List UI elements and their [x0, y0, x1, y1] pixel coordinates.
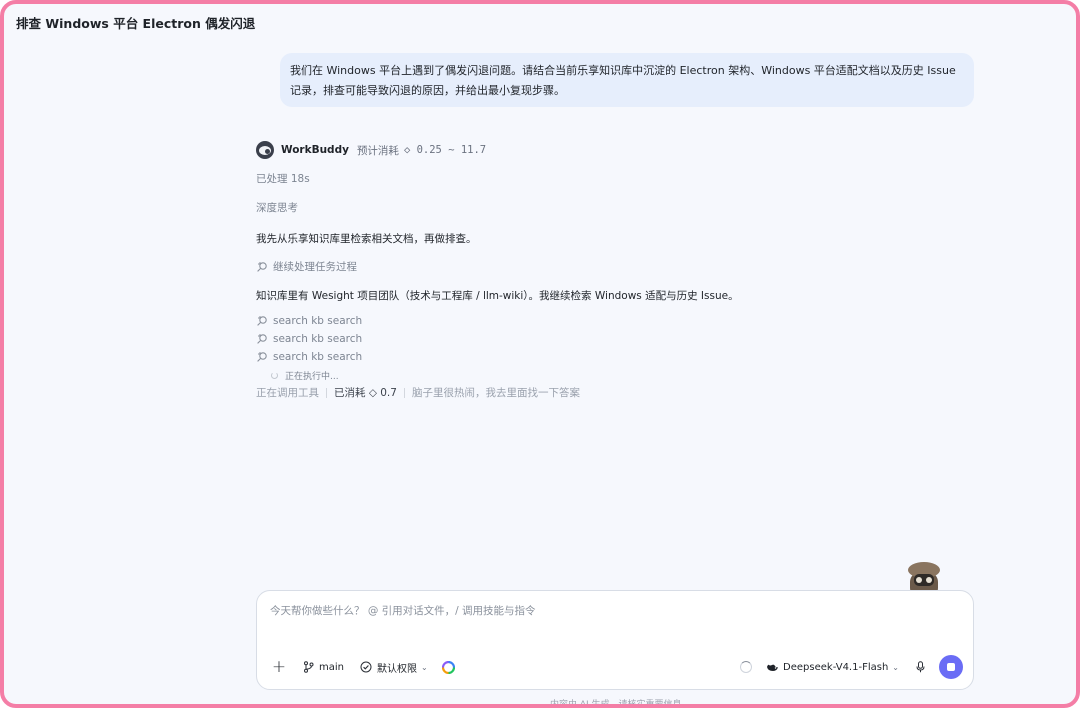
assistant-reply-1: 我先从乐享知识库里检索相关文档，再做排查。	[256, 233, 477, 245]
model-selector[interactable]: Deepseek-V4.1-Flash ⌄	[766, 662, 899, 673]
assistant-reply-2: 知识库里有 Wesight 项目团队（技术与工程库 / llm-wiki）。我继…	[256, 290, 739, 302]
branch-label: main	[319, 661, 344, 673]
microphone-icon	[916, 661, 924, 673]
search-history-icon	[256, 333, 268, 345]
tool-call-label: search kb search	[273, 333, 363, 345]
composer-input[interactable]: 今天帮你做些什么？ @ 引用对话文件，/ 调用技能与指令	[270, 603, 536, 618]
assistant-avatar-icon	[256, 141, 274, 159]
tool-call-item[interactable]: search kb search	[256, 333, 362, 345]
search-history-icon	[256, 351, 268, 363]
add-attachment-button[interactable]: +	[271, 657, 287, 677]
chevron-down-icon: ⌄	[421, 662, 428, 672]
app-window: 排查 Windows 平台 Electron 偶发闪退 我们在 Windows …	[0, 0, 1080, 708]
tool-call-item[interactable]: search kb search	[256, 351, 362, 363]
processed-time[interactable]: 已处理 18s	[256, 171, 310, 186]
permission-label: 默认权限	[377, 663, 417, 675]
executing-indicator: 正在执行中...	[271, 369, 339, 382]
branch-selector[interactable]: main	[303, 661, 344, 673]
tool-call-item[interactable]: search kb search	[256, 315, 362, 327]
loading-spinner-icon	[271, 372, 278, 379]
permission-selector[interactable]: 默认权限 ⌄	[360, 660, 428, 675]
status-divider	[403, 387, 405, 398]
colorful-ring-icon	[441, 660, 455, 674]
assistant-header: WorkBuddy 预计消耗 ◇ 0.25 ~ 11.7	[256, 139, 486, 161]
user-message-bubble: 我们在 Windows 平台上遇到了偶发闪退问题。请结合当前乐享知识库中沉淀的 …	[280, 53, 974, 107]
status-row: 正在调用工具 已消耗 ◇ 0.7 脑子里很热闹，我去里面找一下答案	[256, 385, 580, 400]
page-title: 排查 Windows 平台 Electron 偶发闪退	[16, 16, 256, 31]
tool-call-label: search kb search	[273, 351, 363, 363]
composer-toolbar: + main 默认权限 ⌄ Deepseek-V4.1-Flash ⌄	[257, 655, 973, 679]
chat-composer[interactable]: 今天帮你做些什么？ @ 引用对话文件，/ 调用技能与指令 + main 默认权限…	[256, 590, 974, 690]
voice-input-button[interactable]	[913, 661, 927, 673]
stop-icon	[947, 663, 955, 671]
executing-label: 正在执行中...	[285, 372, 339, 382]
whale-icon	[767, 664, 779, 671]
assistant-name: WorkBuddy	[281, 144, 349, 156]
integration-logo-button[interactable]	[441, 660, 455, 674]
chevron-down-icon: ⌄	[892, 662, 899, 672]
cost-estimate-label: 预计消耗	[356, 144, 399, 157]
model-label: Deepseek-V4.1-Flash	[783, 661, 889, 673]
ai-disclaimer: 内容由 AI 生成，请核实重要信息	[550, 700, 682, 708]
calling-tools-status: 正在调用工具	[256, 387, 319, 399]
deep-thinking-toggle[interactable]: 深度思考	[256, 200, 298, 215]
thinking-flavor-text: 脑子里很热闹，我去里面找一下答案	[411, 387, 580, 399]
search-history-icon	[256, 315, 268, 327]
shield-check-icon	[360, 661, 372, 673]
loading-spinner-icon	[740, 661, 753, 673]
cost-estimate-value: ◇ 0.25 ~ 11.7	[403, 144, 487, 156]
continue-task-step[interactable]: 继续处理任务过程	[256, 259, 357, 274]
status-divider	[326, 387, 327, 398]
git-branch-icon	[304, 661, 314, 673]
tool-call-label: search kb search	[273, 315, 363, 327]
search-history-icon	[256, 261, 268, 273]
stop-generation-button[interactable]	[939, 655, 963, 679]
consumed-credits: 已消耗 ◇ 0.7	[334, 387, 397, 399]
continue-task-label: 继续处理任务过程	[273, 261, 357, 273]
